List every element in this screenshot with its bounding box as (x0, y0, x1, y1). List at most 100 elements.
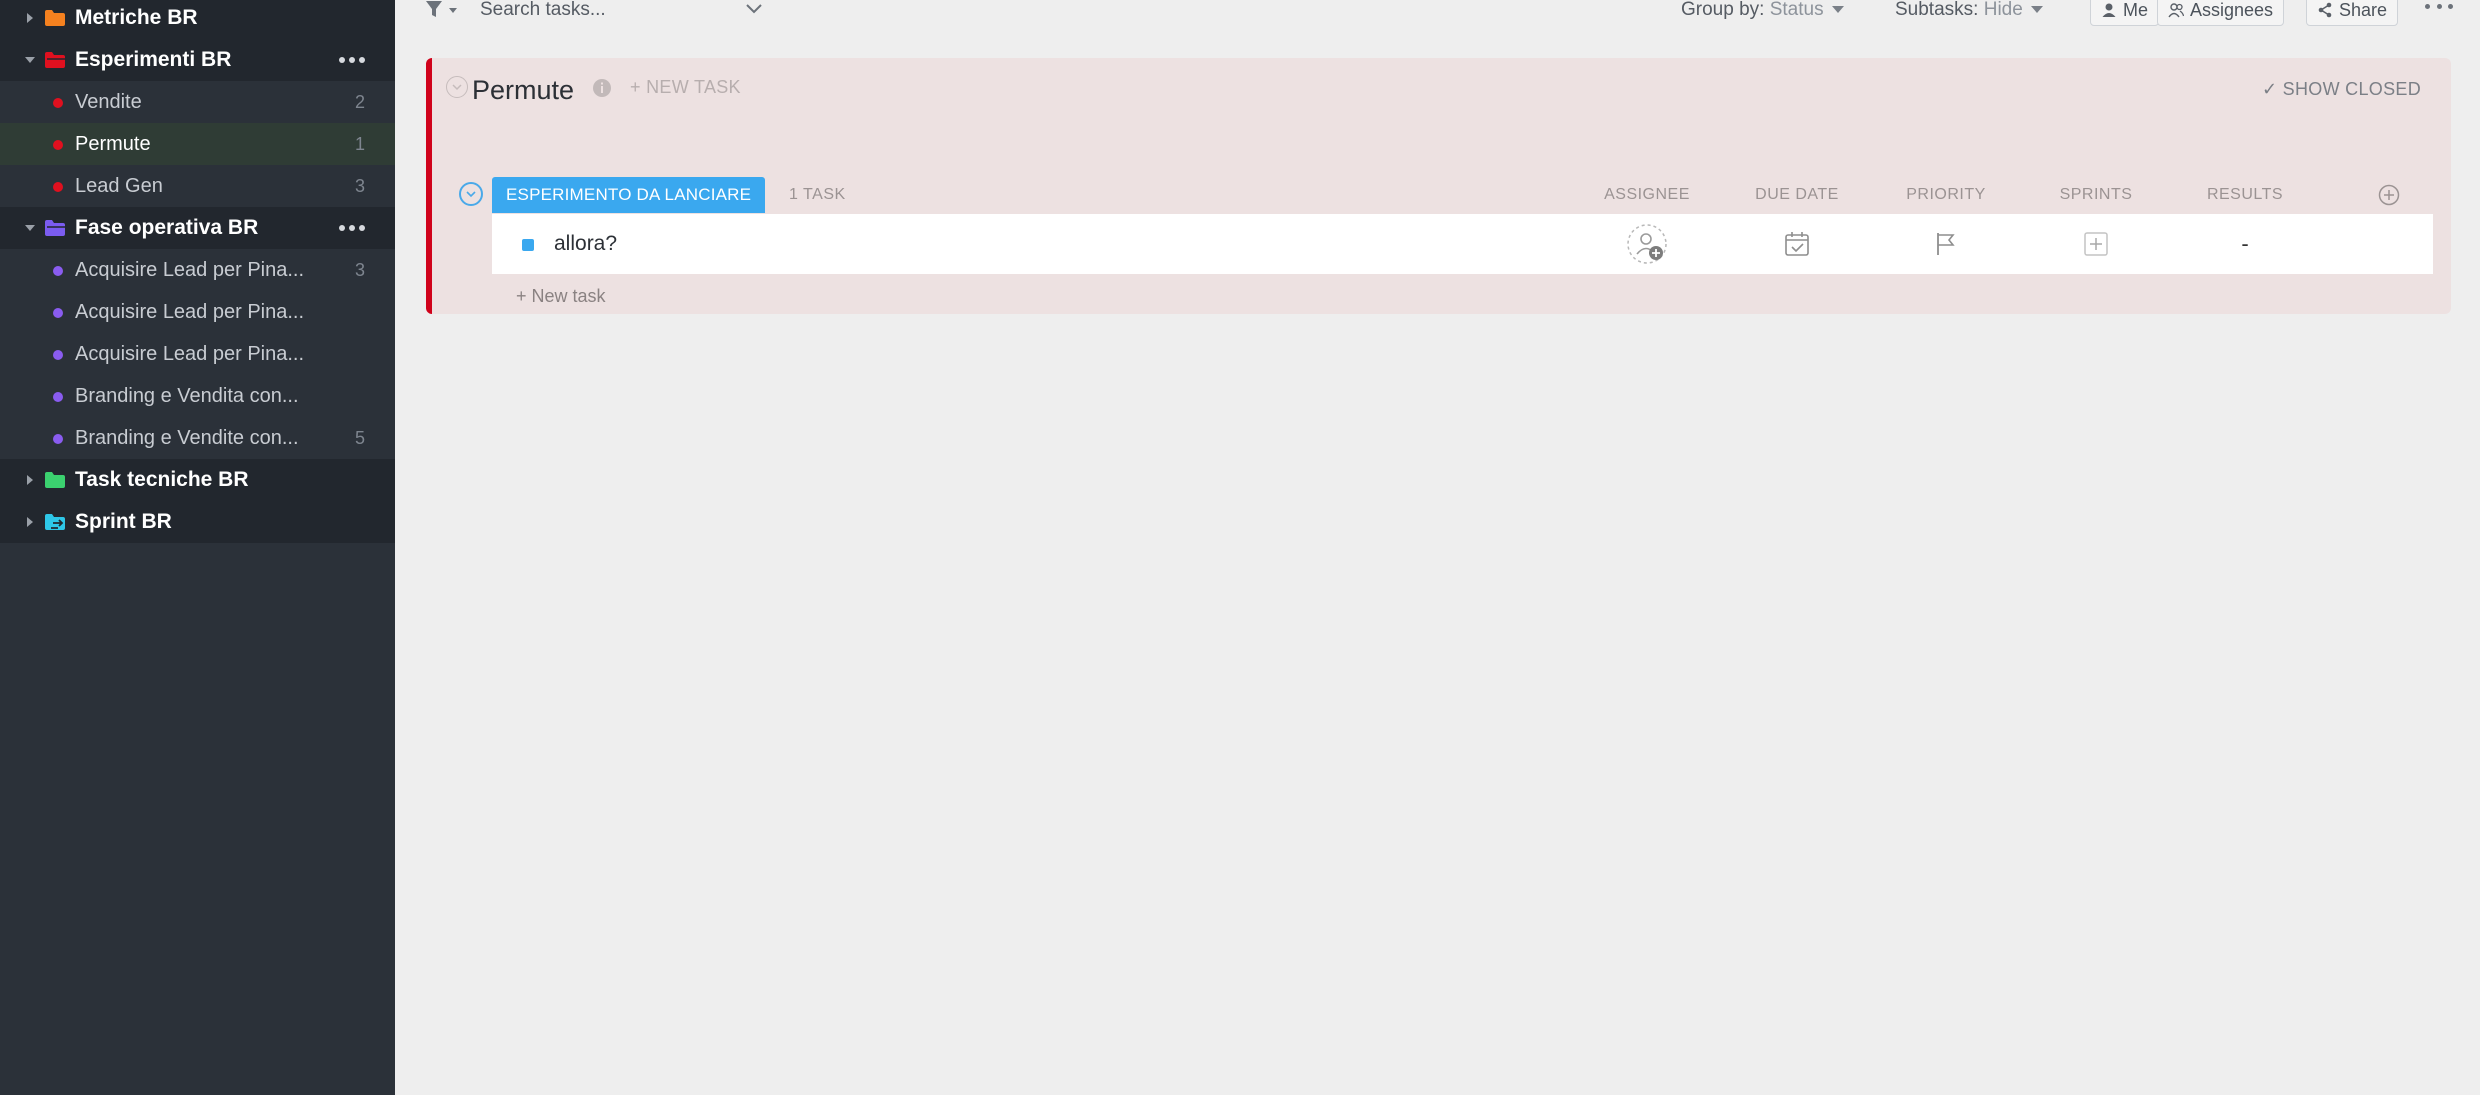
subtasks-label: Subtasks: (1895, 0, 1979, 20)
toolbar: Search tasks... Group by: Status Subtask… (395, 0, 2480, 28)
more-options-icon[interactable] (339, 47, 365, 73)
sidebar-item-label: Vendite (75, 90, 142, 113)
more-options-icon[interactable] (2425, 4, 2453, 12)
sidebar-folder-esperimenti[interactable]: Esperimenti BR (0, 39, 395, 81)
sidebar-folder-label: Sprint BR (75, 510, 172, 533)
task-count: 3 (354, 259, 365, 280)
list-color-dot (53, 140, 63, 150)
folder-open-icon (44, 218, 66, 238)
folder-icon (44, 8, 66, 28)
sidebar-item-label: Permute (75, 132, 151, 155)
sidebar-folder-label: Esperimenti BR (75, 48, 232, 71)
table-row[interactable]: allora? - (492, 214, 2433, 274)
check-icon: ✓ (2261, 79, 2283, 99)
column-header-due-date[interactable]: DUE DATE (1727, 186, 1867, 204)
sidebar-folder-sprint[interactable]: Sprint BR (0, 501, 395, 543)
status-task-count: 1 TASK (789, 186, 846, 203)
user-icon (2102, 3, 2116, 17)
caret-right-icon[interactable] (22, 10, 38, 26)
task-count: 5 (354, 427, 365, 448)
more-options-icon[interactable] (339, 215, 365, 241)
sidebar-folder-label: Task tecniche BR (75, 468, 249, 491)
list-color-dot (53, 98, 63, 108)
add-sprint-icon[interactable] (2026, 222, 2166, 266)
show-closed-button[interactable]: ✓ SHOW CLOSED (2262, 79, 2421, 100)
page-title: Permute (472, 75, 575, 105)
task-count: 2 (354, 91, 365, 112)
sidebar-item-branding-1[interactable]: Branding e Vendita con... (0, 375, 395, 417)
collapse-status-icon[interactable] (459, 182, 483, 206)
sidebar-folder-metriche[interactable]: Metriche BR (0, 0, 395, 39)
list-color-dot (53, 434, 63, 444)
calendar-icon[interactable] (1727, 222, 1867, 266)
new-task-link[interactable]: + New task (516, 286, 606, 307)
group-by-value: Status (1769, 0, 1824, 20)
sidebar-item-vendite[interactable]: Vendite 2 (0, 81, 395, 123)
results-value: - (2241, 231, 2249, 256)
collapse-list-icon[interactable] (446, 76, 468, 98)
group-by-label: Group by: (1681, 0, 1765, 20)
task-name[interactable]: allora? (554, 232, 617, 256)
caret-down-icon[interactable] (22, 220, 38, 236)
caret-right-icon[interactable] (22, 514, 38, 530)
search-input[interactable]: Search tasks... (480, 0, 606, 21)
results-cell[interactable]: - (2175, 222, 2315, 266)
group-by-dropdown[interactable]: Group by: Status (1681, 0, 1844, 21)
sidebar-item-label: Acquisire Lead per Pina... (75, 300, 305, 323)
caret-down-icon (2030, 6, 2043, 14)
task-count: 3 (354, 175, 365, 196)
new-task-button[interactable]: + NEW TASK (630, 77, 741, 98)
share-icon (2318, 2, 2332, 18)
column-header-sprints[interactable]: SPRINTS (2026, 186, 2166, 204)
list-color-dot (53, 392, 63, 402)
caret-down-icon[interactable] (22, 52, 38, 68)
flag-icon[interactable] (1876, 222, 2016, 266)
sidebar-item-permute[interactable]: Permute 1 (0, 123, 395, 165)
task-count: 1 (354, 133, 365, 154)
column-header-results[interactable]: RESULTS (2175, 186, 2315, 204)
me-label: Me (2123, 0, 2149, 20)
sidebar-item-label: Acquisire Lead per Pina... (75, 342, 305, 365)
folder-open-icon (44, 50, 66, 70)
sidebar-item-branding-2[interactable]: Branding e Vendite con... 5 (0, 417, 395, 459)
sidebar-item-label: Branding e Vendita con... (75, 384, 299, 407)
chevron-down-icon[interactable] (745, 2, 763, 16)
users-icon (2168, 3, 2184, 18)
list-color-dot (53, 266, 63, 276)
filter-icon[interactable] (425, 0, 459, 22)
sidebar-item-label: Branding e Vendite con... (75, 426, 299, 449)
sidebar-item-lead-gen[interactable]: Lead Gen 3 (0, 165, 395, 207)
assignees-label: Assignees (2190, 0, 2274, 20)
sidebar-item-label: Acquisire Lead per Pina... (75, 258, 305, 281)
list-color-dot (53, 350, 63, 360)
show-closed-label: SHOW CLOSED (2282, 79, 2421, 99)
column-header-assignee[interactable]: ASSIGNEE (1577, 186, 1717, 204)
list-panel: Permute + NEW TASK ✓ SHOW CLOSED ESPERIM… (426, 58, 2451, 314)
sidebar-item-label: Lead Gen (75, 174, 163, 197)
share-button[interactable]: Share (2306, 0, 2399, 26)
add-column-icon[interactable] (2378, 184, 2400, 206)
sidebar-folder-task-tecniche[interactable]: Task tecniche BR (0, 459, 395, 501)
share-label: Share (2339, 0, 2388, 20)
status-badge[interactable]: ESPERIMENTO DA LANCIARE (492, 177, 766, 213)
column-header-priority[interactable]: PRIORITY (1876, 186, 2016, 204)
sidebar: Metriche BR Esperimenti BR Vendite 2 Per… (0, 0, 395, 1095)
sidebar-folder-label: Fase operativa BR (75, 216, 259, 239)
caret-right-icon[interactable] (22, 472, 38, 488)
assign-user-icon[interactable] (1577, 222, 1717, 266)
caret-down-icon (1831, 6, 1844, 14)
subtasks-value: Hide (1983, 0, 2023, 20)
assignees-button[interactable]: Assignees (2157, 0, 2285, 26)
sidebar-item-acquisire-2[interactable]: Acquisire Lead per Pina... (0, 291, 395, 333)
sidebar-folder-fase-operativa[interactable]: Fase operativa BR (0, 207, 395, 249)
sprint-folder-icon (44, 512, 66, 532)
task-status-square[interactable] (522, 239, 534, 251)
subtasks-dropdown[interactable]: Subtasks: Hide (1895, 0, 2043, 21)
sidebar-item-acquisire-1[interactable]: Acquisire Lead per Pina... 3 (0, 249, 395, 291)
info-icon[interactable] (592, 78, 612, 98)
folder-icon (44, 470, 66, 490)
me-filter-button[interactable]: Me (2090, 0, 2160, 26)
sidebar-item-acquisire-3[interactable]: Acquisire Lead per Pina... (0, 333, 395, 375)
list-color-dot (53, 182, 63, 192)
sidebar-folder-label: Metriche BR (75, 6, 198, 29)
